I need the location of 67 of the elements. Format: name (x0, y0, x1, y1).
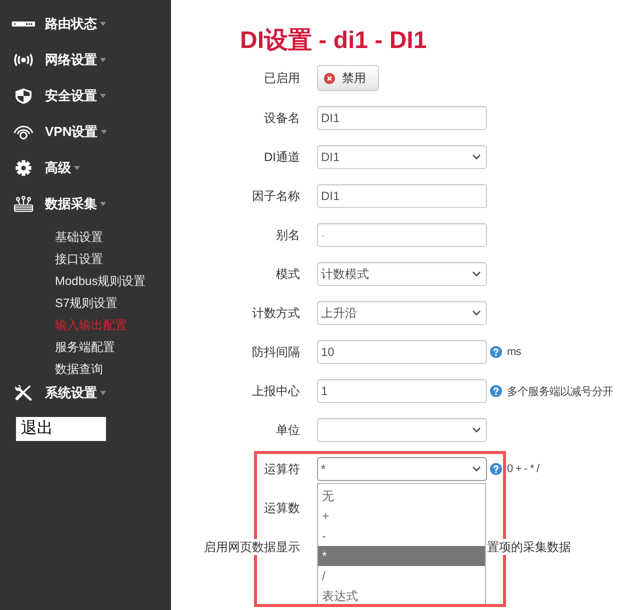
dropdown-option[interactable]: * (318, 546, 485, 566)
field-label: 已启用 (264, 70, 300, 86)
page-title: DI设置 - di1 - DI1 (240, 26, 427, 56)
menu-item[interactable]: 安全设置 (0, 83, 106, 109)
field-label: 上报中心 (252, 383, 300, 399)
caret-icon (74, 166, 80, 170)
caret-icon (100, 391, 106, 395)
help-text: ms (507, 346, 521, 358)
menu-item[interactable]: 网络设置 (0, 47, 106, 73)
field-label: 因子名称 (252, 188, 300, 204)
dropdown-option[interactable]: + (318, 506, 485, 526)
chevron-icon (472, 154, 481, 160)
menu-item[interactable]: 高级 (0, 155, 80, 181)
chevron-icon (472, 466, 481, 472)
menu-item[interactable]: 数据采集 (0, 191, 106, 217)
help-text: 多个服务端以减号分开 (507, 384, 614, 398)
field-label: 运算符 (264, 461, 300, 477)
field-label: 模式 (276, 266, 300, 282)
field-label: 别名 (276, 227, 300, 243)
signal-icon (12, 124, 35, 140)
select-field[interactable] (317, 418, 487, 442)
select-field[interactable]: * (317, 457, 487, 481)
logout-button[interactable]: 退出 (16, 417, 106, 441)
menu-item[interactable]: 路由状态 (0, 11, 106, 37)
dropdown-option[interactable]: / (318, 566, 485, 586)
field-label: 计数方式 (252, 305, 300, 321)
caret-icon (100, 22, 106, 26)
caret-icon (100, 94, 106, 98)
help-icon (490, 385, 502, 397)
dropdown-option[interactable]: 表达式 (318, 586, 485, 606)
field-label: 启用网页数据显示 (204, 539, 300, 555)
field-label: 运算数 (264, 500, 300, 516)
field-label: 单位 (276, 422, 300, 438)
field-label: 设备名 (264, 110, 300, 126)
text-field[interactable]: DI1 (317, 184, 487, 208)
select-field[interactable]: 上升沿 (317, 301, 487, 325)
menu-item[interactable]: VPN设置 (0, 119, 107, 145)
dropdown-option[interactable]: - (318, 526, 485, 546)
submenu-item[interactable]: 接口设置 (55, 248, 103, 270)
submenu-item[interactable]: S7规则设置 (55, 292, 118, 314)
text-field[interactable]: - (317, 223, 487, 247)
help-icon (490, 346, 502, 358)
select-field[interactable]: DI1 (317, 145, 487, 169)
help-text: 0 + - * / (507, 463, 540, 475)
broadcast-icon (12, 52, 35, 68)
description-text: 置项的采集数据 (487, 539, 571, 555)
sensor-icon (12, 196, 35, 212)
submenu-item[interactable]: Modbus规则设置 (55, 270, 146, 292)
text-field[interactable]: 1 (317, 379, 487, 403)
chevron-icon (472, 271, 481, 277)
chevron-icon (472, 310, 481, 316)
caret-icon (100, 202, 106, 206)
submenu-item[interactable]: 服务端配置 (55, 336, 115, 358)
toggle-button[interactable]: 禁用 (317, 65, 379, 91)
caret-icon (100, 58, 106, 62)
chevron-icon (472, 427, 481, 433)
text-field[interactable]: 10 (317, 340, 487, 364)
dropdown-option[interactable]: 无 (318, 486, 485, 506)
menu-item[interactable]: 系统设置 (0, 380, 106, 406)
select-field[interactable]: 计数模式 (317, 262, 487, 286)
field-label: DI通道 (264, 149, 300, 165)
submenu-item[interactable]: 基础设置 (55, 226, 103, 248)
submenu-item[interactable]: 数据查询 (55, 358, 103, 380)
field-label: 防抖间隔 (252, 344, 300, 360)
help-icon (490, 463, 502, 475)
caret-icon (100, 130, 107, 134)
text-field[interactable]: DI1 (317, 106, 487, 130)
